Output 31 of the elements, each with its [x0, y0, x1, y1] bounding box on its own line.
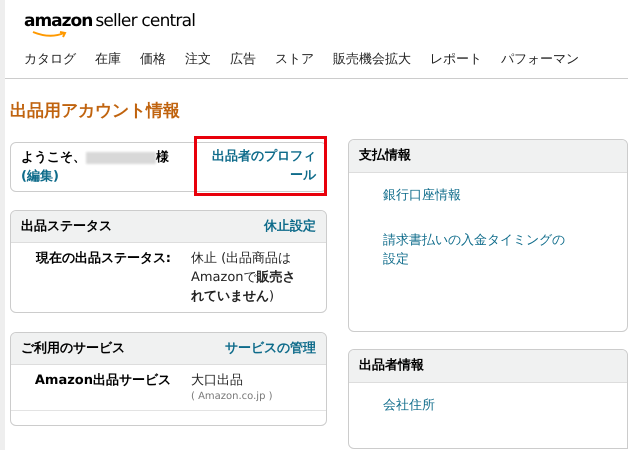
row-label: 現在の出品ステータス:: [34, 250, 172, 268]
redacted-name: [86, 152, 156, 164]
nav-tab[interactable]: 注文: [185, 50, 211, 70]
row-value: 大口出品: [191, 372, 244, 390]
card-title: 出品者情報: [359, 357, 424, 376]
welcome-text: ようこそ、: [21, 149, 86, 167]
row-label: Amazon出品サービス: [34, 372, 172, 390]
card-action-link[interactable]: サービスの管理: [225, 338, 316, 358]
profile-link[interactable]: 出品者のプロフィール: [194, 136, 327, 196]
info-link[interactable]: 請求書払いの入金タイミングの設定: [383, 231, 573, 269]
card-title: ご利用のサービス: [21, 340, 125, 358]
nav-tab[interactable]: ストア: [275, 50, 314, 70]
nav-tab[interactable]: パフォーマン: [501, 50, 579, 70]
nav-tab[interactable]: 広告: [230, 50, 256, 70]
nav-tab[interactable]: レポート: [430, 50, 482, 70]
row-note: ( Amazon.co.jp ): [191, 390, 274, 404]
edit-link[interactable]: (編集): [21, 169, 59, 184]
logo[interactable]: amazon seller central: [24, 10, 196, 40]
page-title: 出品用アカウント情報: [10, 103, 181, 120]
nav-tab[interactable]: 価格: [140, 50, 166, 70]
card-title: 支払情報: [359, 147, 411, 166]
smile-icon: [32, 31, 68, 38]
welcome-suffix: 様: [156, 149, 169, 167]
nav-tab[interactable]: 在庫: [95, 50, 121, 70]
info-link[interactable]: 銀行口座情報: [383, 186, 573, 205]
card-title: 出品ステータス: [21, 218, 112, 236]
card-action-link[interactable]: 休止設定: [264, 216, 316, 236]
nav-tab[interactable]: 販売機会拡大: [333, 50, 411, 70]
row-value: 休止 (出品商品はAmazonで販売されていません): [191, 250, 297, 306]
nav-tab[interactable]: カタログ: [24, 50, 76, 70]
info-link[interactable]: 会社住所: [383, 396, 573, 415]
